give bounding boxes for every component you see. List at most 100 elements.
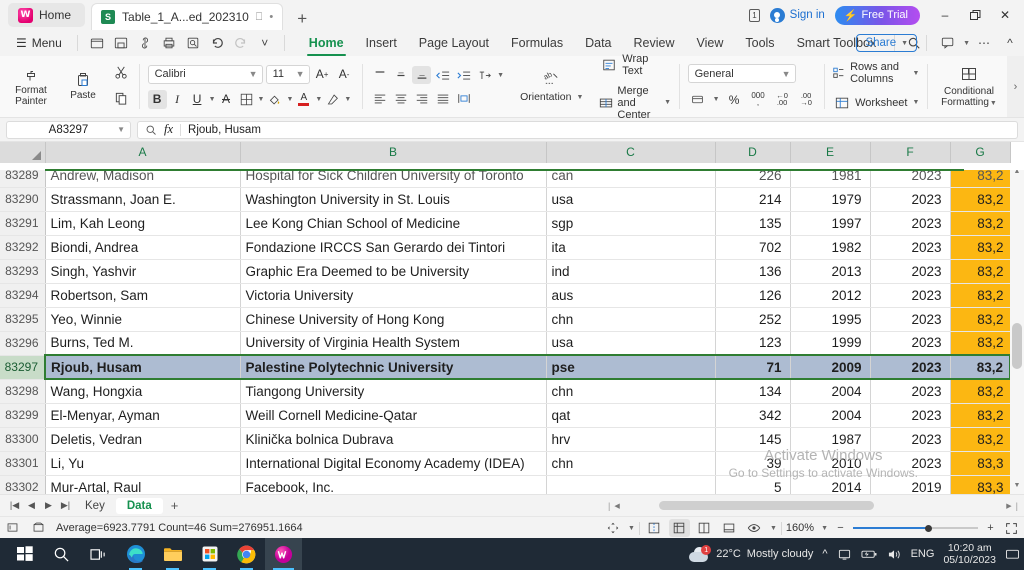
column-header-a[interactable]: A — [45, 142, 241, 164]
fx-icon[interactable]: fx — [164, 122, 173, 137]
cell-b[interactable]: Fondazione IRCCS San Gerardo dei Tintori — [240, 235, 547, 260]
text-direction-icon[interactable] — [475, 66, 494, 84]
row-header[interactable]: 83292 — [0, 235, 46, 260]
cell-c[interactable]: chn — [546, 451, 716, 476]
percent-format-icon[interactable]: % — [725, 90, 744, 109]
free-trial-button[interactable]: ⚡ Free Trial — [834, 5, 920, 25]
cell-c[interactable]: chn — [546, 307, 716, 332]
wps-office-taskbar-icon[interactable] — [265, 538, 302, 570]
vertical-scrollbar[interactable]: ▲ ▼ — [1010, 163, 1024, 494]
restore-button[interactable] — [960, 0, 990, 30]
cell-f[interactable]: 2023 — [870, 259, 951, 284]
close-button[interactable]: ✕ — [990, 0, 1020, 30]
scroll-split-handle[interactable]: | — [608, 501, 610, 511]
horizontal-scroll-track[interactable] — [624, 501, 1003, 510]
cell-d[interactable]: 5 — [715, 475, 791, 494]
cell-c[interactable]: hrv — [546, 427, 716, 452]
cell-g[interactable]: 83,2 — [950, 403, 1011, 428]
menu-button[interactable]: ☰ Menu — [8, 36, 70, 50]
file-explorer-taskbar-icon[interactable] — [154, 538, 191, 570]
cell-g[interactable]: 83,2 — [950, 235, 1011, 260]
cell-f[interactable]: 2023 — [870, 379, 951, 404]
cell-d[interactable]: 123 — [715, 331, 791, 356]
row-header[interactable]: 83297 — [0, 355, 46, 380]
home-tab[interactable]: W Home — [8, 3, 86, 27]
chevron-down-icon[interactable]: ▼ — [286, 96, 293, 103]
cell-c[interactable]: usa — [546, 331, 716, 356]
tab-home[interactable]: Home — [298, 33, 355, 56]
row-header[interactable]: 83290 — [0, 187, 46, 212]
row-header[interactable]: 83291 — [0, 211, 46, 236]
cell-c[interactable]: usa — [546, 187, 716, 212]
first-sheet-icon[interactable]: |◀ — [6, 497, 23, 515]
cell-a[interactable]: Mur-Artal, Raul — [45, 475, 241, 494]
column-header-g[interactable]: G — [950, 142, 1011, 164]
notifications-icon[interactable] — [1005, 548, 1020, 561]
cell-e[interactable]: 2010 — [790, 451, 871, 476]
cell-f[interactable]: 2023 — [870, 451, 951, 476]
decrease-indent-icon[interactable] — [433, 66, 452, 84]
row-header[interactable]: 83298 — [0, 379, 46, 404]
cell-c[interactable]: pse — [546, 354, 716, 380]
cell-c[interactable]: chn — [546, 379, 716, 404]
row-header[interactable]: 83299 — [0, 403, 46, 428]
cell-c[interactable]: sgp — [546, 211, 716, 236]
align-bottom-icon[interactable] — [412, 66, 432, 84]
table-row[interactable]: 83301 Li, Yu International Digital Economy… — [0, 451, 1011, 476]
table-row[interactable]: 83295 Yeo, Winnie Chinese University of Ho… — [0, 307, 1011, 332]
format-painter-button[interactable]: Format Painter — [8, 67, 54, 107]
column-header-e[interactable]: E — [790, 142, 871, 164]
cell-a[interactable]: Lim, Kah Leong — [45, 211, 241, 236]
text-wrap-adjust-icon[interactable] — [454, 89, 473, 107]
row-header[interactable]: 83296 — [0, 331, 46, 356]
select-all-corner[interactable] — [0, 142, 46, 164]
more-options-icon[interactable]: ⋯ — [972, 32, 996, 54]
chevron-down-icon[interactable]: ▼ — [963, 40, 970, 47]
tab-page-layout[interactable]: Page Layout — [408, 33, 500, 53]
vertical-scroll-thumb[interactable] — [1012, 323, 1022, 369]
cell-g[interactable]: 83,2 — [950, 331, 1011, 356]
cell-c[interactable] — [546, 475, 716, 494]
output-pdf-icon[interactable] — [133, 32, 157, 54]
rows-columns-button[interactable]: Rows and Columns ▼ — [832, 61, 919, 85]
column-header-c[interactable]: C — [546, 142, 716, 164]
zoom-slider[interactable] — [853, 521, 978, 535]
underline-button[interactable]: U — [188, 90, 207, 109]
cell-f[interactable]: 2023 — [870, 307, 951, 332]
window-count-badge[interactable]: 1 — [749, 8, 760, 22]
scroll-right-arrow-icon[interactable]: ▶ — [1006, 502, 1011, 510]
chevron-down-icon[interactable]: ▼ — [344, 96, 351, 103]
row-header[interactable]: 83293 — [0, 259, 46, 284]
share-button[interactable]: Share ▼ — [856, 34, 918, 52]
table-row[interactable]: 83299 El-Menyar, Ayman Weill Cornell Medic… — [0, 403, 1011, 428]
cell-d[interactable]: 252 — [715, 307, 791, 332]
task-view-icon[interactable] — [80, 538, 117, 570]
table-row[interactable]: 83296 Burns, Ted M. University of Virginia… — [0, 331, 1011, 356]
cell-f[interactable]: 2023 — [870, 331, 951, 356]
volume-icon[interactable] — [887, 548, 902, 561]
cell-b[interactable]: Tiangong University — [240, 379, 547, 404]
cell-b[interactable]: Victoria University — [240, 283, 547, 308]
cell-g[interactable]: 83,2 — [950, 211, 1011, 236]
cell-a[interactable]: Burns, Ted M. — [45, 331, 241, 356]
chevron-down-icon[interactable]: ▼ — [209, 96, 216, 103]
cell-a[interactable]: Biondi, Andrea — [45, 235, 241, 260]
column-header-d[interactable]: D — [715, 142, 791, 164]
cell-f[interactable]: 2023 — [870, 211, 951, 236]
align-middle-icon[interactable] — [391, 66, 410, 84]
align-top-icon[interactable] — [370, 66, 389, 84]
zoom-in-button[interactable]: + — [982, 520, 999, 537]
cell-d[interactable]: 702 — [715, 235, 791, 260]
tab-formulas[interactable]: Formulas — [500, 33, 574, 53]
font-name-select[interactable]: Calibri ▼ — [147, 64, 263, 84]
edge-taskbar-icon[interactable] — [117, 538, 154, 570]
cell-f[interactable]: 2023 — [870, 187, 951, 212]
cell-b[interactable]: Palestine Polytechnic University — [240, 354, 547, 380]
battery-icon[interactable] — [861, 548, 878, 560]
page-settings-icon[interactable] — [30, 519, 47, 536]
clock[interactable]: 10:20 am 05/10/2023 — [943, 542, 996, 566]
cell-f[interactable]: 2023 — [870, 235, 951, 260]
cell-a[interactable]: Wang, Hongxia — [45, 379, 241, 404]
eye-protection-icon[interactable] — [744, 519, 765, 537]
cell-d[interactable]: 126 — [715, 283, 791, 308]
